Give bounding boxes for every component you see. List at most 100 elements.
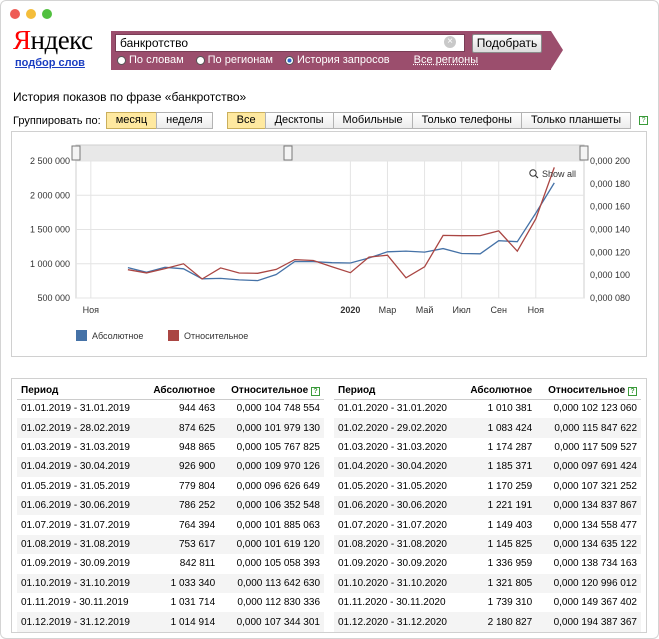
cell-absolute: 1 185 371 <box>460 457 537 477</box>
navigator-handle-left[interactable] <box>71 145 81 161</box>
x-tick: Сен <box>490 305 507 315</box>
help-icon[interactable]: ? <box>628 387 637 397</box>
cell-absolute: 779 804 <box>179 480 216 492</box>
cell-relative: 0,000 113 642 630 <box>219 573 324 594</box>
cell-period: 01.07.2019 - 31.07.2019 <box>21 519 130 531</box>
period-week-button[interactable]: неделя <box>156 112 213 129</box>
y-left-tick: 2 500 000 <box>30 156 70 166</box>
cell-period: 01.08.2020 - 31.08.2020 <box>334 534 461 555</box>
cell-relative: 0,000 102 123 060 <box>553 403 637 415</box>
x-tick: Май <box>416 305 434 315</box>
help-icon[interactable]: ? <box>639 116 649 125</box>
table-row: 01.11.2020 - 30.11.2020 1 739 310 0,000 14… <box>334 593 641 612</box>
table-row: 01.05.2020 - 31.05.2020 1 170 259 0,000 10… <box>334 477 641 496</box>
device-phones-button[interactable]: Только телефоны <box>411 112 521 129</box>
cell-absolute: 944 463 <box>179 403 216 415</box>
maximize-window-button[interactable] <box>42 9 52 19</box>
radio-history[interactable]: История запросов <box>285 54 390 66</box>
cell-relative: 0,000 194 387 367 <box>536 612 641 632</box>
logo-first-letter: Я <box>13 25 31 55</box>
cell-relative: 0,000 097 691 424 <box>536 457 641 477</box>
cell-absolute: 1 014 914 <box>143 612 220 632</box>
groupby-bar: Группировать по: месяц неделя Все Дескто… <box>13 112 649 129</box>
y-left-tick: 1 000 000 <box>30 259 70 269</box>
col-relative: Относительное ? <box>536 383 641 400</box>
cell-relative: 0,000 101 619 120 <box>219 534 324 555</box>
cell-period: 01.07.2020 - 31.07.2020 <box>338 519 447 531</box>
cell-period: 01.01.2020 - 31.01.2020 <box>338 403 447 415</box>
table-row: 01.09.2020 - 30.09.2020 1 336 959 0,000 13… <box>334 554 641 573</box>
history-chart: 2 500 000 2 000 000 1 500 000 1 000 000 500 … <box>11 131 647 357</box>
table-row: 01.12.2019 - 31.12.2019 1 014 914 0,000 10… <box>17 612 324 632</box>
cell-period: 01.10.2020 - 31.10.2020 <box>334 573 461 594</box>
period-month-button[interactable]: месяц <box>105 112 157 129</box>
minimize-window-button[interactable] <box>26 9 36 19</box>
x-tick: 2020 <box>340 305 360 315</box>
cell-relative: 0,000 120 996 012 <box>536 573 641 594</box>
cell-period: 01.09.2019 - 30.09.2019 <box>21 558 130 570</box>
y-left-tick: 500 000 <box>37 293 70 303</box>
cell-relative: 0,000 105 058 393 <box>236 558 320 570</box>
cell-absolute: 753 617 <box>143 534 220 555</box>
navigator-bar <box>75 144 585 162</box>
cell-relative: 0,000 107 321 252 <box>553 480 637 492</box>
cell-absolute: 1 170 259 <box>487 480 533 492</box>
close-window-button[interactable] <box>10 9 20 19</box>
cell-period: 01.05.2019 - 31.05.2019 <box>21 480 130 492</box>
device-tablets-button[interactable]: Только планшеты <box>520 112 632 129</box>
col-relative: Относительное ? <box>219 383 324 400</box>
clear-icon[interactable]: × <box>444 36 456 48</box>
cell-absolute: 1 221 191 <box>460 496 537 516</box>
radio-label: По регионам <box>207 54 273 66</box>
cell-relative: 0,000 134 837 867 <box>536 496 641 516</box>
cell-absolute: 1 031 714 <box>170 597 216 609</box>
device-desktop-button[interactable]: Десктопы <box>264 112 333 129</box>
device-mobile-button[interactable]: Мобильные <box>332 112 412 129</box>
device-all-button[interactable]: Все <box>226 112 265 129</box>
cell-absolute: 842 811 <box>179 558 216 570</box>
col-absolute: Абсолютное <box>460 383 537 400</box>
chart-svg: 2 500 000 2 000 000 1 500 000 1 000 000 500 … <box>30 144 630 341</box>
cell-period: 01.12.2019 - 31.12.2019 <box>17 612 144 632</box>
legend-label: Абсолютное <box>92 331 143 341</box>
cell-period: 01.11.2020 - 30.11.2020 <box>338 597 446 609</box>
wordstat-link[interactable]: подбор слов <box>15 57 85 69</box>
radio-circle-selected <box>285 55 294 65</box>
search-mode-radios: По словам По регионам История запросов В… <box>117 54 478 66</box>
cell-absolute: 1 083 424 <box>460 418 537 438</box>
y-right-tick: 0,000 180 <box>590 179 630 189</box>
help-icon[interactable]: ? <box>311 387 320 397</box>
radio-by-words[interactable]: По словам <box>117 54 184 66</box>
show-all-button[interactable]: Show all <box>542 169 576 179</box>
table-row: 01.01.2019 - 31.01.2019 944 463 0,000 104 … <box>17 399 324 418</box>
cell-period: 01.04.2019 - 30.04.2019 <box>17 457 144 477</box>
cell-relative: 0,000 101 979 130 <box>219 418 324 438</box>
cell-relative: 0,000 104 748 554 <box>236 403 320 415</box>
cell-period: 01.09.2020 - 30.09.2020 <box>338 558 447 570</box>
table-row: 01.10.2020 - 31.10.2020 1 321 805 0,000 12… <box>334 573 641 594</box>
table-row: 01.07.2019 - 31.07.2019 764 394 0,000 101 … <box>17 515 324 534</box>
yandex-logo[interactable]: Яндекс <box>13 27 93 54</box>
y-right-tick: 0,000 200 <box>590 156 630 166</box>
col-relative-label: Относительное <box>231 385 309 397</box>
table-row: 01.02.2020 - 29.02.2020 1 083 424 0,000 11… <box>334 418 641 438</box>
table-2019: Период Абсолютное Относительное ? 01.01.… <box>17 383 324 632</box>
x-tick: Ноя <box>83 305 100 315</box>
table-row: 01.03.2020 - 31.03.2020 1 174 287 0,000 11… <box>334 438 641 457</box>
table-row: 01.09.2019 - 30.09.2019 842 811 0,000 105 … <box>17 554 324 573</box>
all-regions-link[interactable]: Все регионы <box>414 54 479 66</box>
cell-period: 01.11.2019 - 30.11.2019 <box>21 597 129 609</box>
cell-relative: 0,000 109 970 126 <box>219 457 324 477</box>
search-input[interactable]: банкротство <box>115 34 465 52</box>
cell-absolute: 1 336 959 <box>487 558 533 570</box>
navigator-handle-right[interactable] <box>579 145 589 161</box>
table-row: 01.11.2019 - 30.11.2019 1 031 714 0,000 11… <box>17 593 324 612</box>
navigator-handle-middle[interactable] <box>283 145 293 161</box>
col-period: Период <box>334 383 461 400</box>
cell-period: 01.05.2020 - 31.05.2020 <box>338 480 447 492</box>
submit-button[interactable]: Подобрать <box>472 34 542 53</box>
radio-by-regions[interactable]: По регионам <box>195 54 273 66</box>
cell-absolute: 926 900 <box>143 457 220 477</box>
cell-absolute: 1 739 310 <box>487 597 533 609</box>
table-row: 01.10.2019 - 31.10.2019 1 033 340 0,000 11… <box>17 573 324 594</box>
